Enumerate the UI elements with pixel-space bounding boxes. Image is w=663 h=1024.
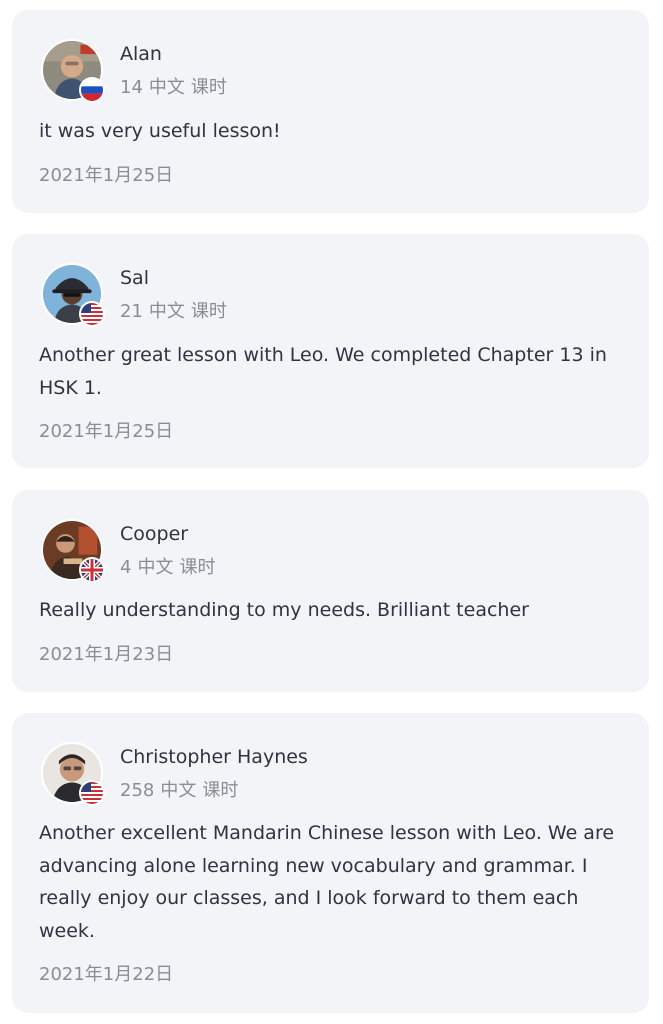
review-card: Alan 14 中文 课时 it was very useful lesson! 2… [12,10,649,213]
lesson-number: 258 [120,780,155,801]
usa-flag-icon [79,301,105,327]
review-date: 2021年1月25日 [39,165,174,186]
russia-flag-icon [79,77,105,103]
review-date: 2021年1月25日 [39,421,174,442]
usa-flag-icon [79,780,105,806]
lesson-unit: 课时 [190,301,227,322]
reviewer-name[interactable]: Cooper [120,523,188,545]
lesson-number: 21 [120,301,143,322]
avatar-wrapper [41,519,105,583]
uk-flag-icon [79,557,105,583]
review-card: Cooper 4 中文 课时 Really understanding to my … [12,490,649,692]
reviewer-name[interactable]: Christopher Haynes [120,746,308,768]
avatar-wrapper [41,39,105,103]
review-comment: it was very useful lesson! [39,120,281,142]
reviewer-name[interactable]: Alan [120,43,162,65]
avatar-wrapper [41,742,105,806]
lesson-count: 258 中文 课时 [120,776,238,802]
lesson-language: 中文 [137,557,174,578]
lesson-count: 4 中文 课时 [120,553,215,579]
reviewer-name[interactable]: Sal [120,267,149,289]
lesson-unit: 课时 [202,780,239,801]
review-comment: Another great lesson with Leo. We comple… [39,344,607,399]
lesson-language: 中文 [148,301,185,322]
avatar-wrapper [41,263,105,327]
lesson-count: 21 中文 课时 [120,297,227,323]
lesson-unit: 课时 [190,77,227,98]
lesson-language: 中文 [148,77,185,98]
lesson-number: 4 [120,557,132,578]
review-card: Sal 21 中文 课时 Another great lesson with Leo… [12,234,649,468]
lesson-unit: 课时 [179,557,216,578]
review-date: 2021年1月22日 [39,964,174,985]
lesson-number: 14 [120,77,143,98]
review-comment: Really understanding to my needs. Brilli… [39,599,529,621]
lesson-language: 中文 [160,780,197,801]
lesson-count: 14 中文 课时 [120,73,227,99]
review-comment: Another excellent Mandarin Chinese lesso… [39,822,615,942]
review-card: Christopher Haynes 258 中文 课时 Another excel… [12,713,649,1013]
review-date: 2021年1月23日 [39,644,174,665]
